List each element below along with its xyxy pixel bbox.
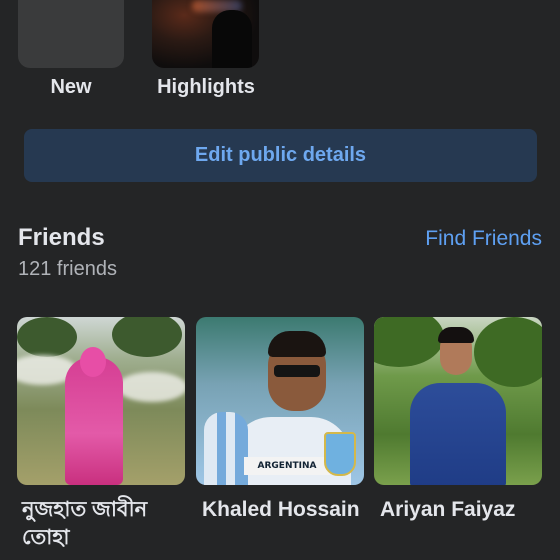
hair-shape: [268, 331, 326, 357]
hair-shape: [438, 327, 474, 343]
figure-head: [80, 347, 106, 377]
friend-name-1[interactable]: নুজহাত জাবীন তোহা: [22, 496, 182, 552]
tree-shape: [112, 317, 182, 357]
sunglasses-shape: [274, 365, 320, 377]
football-player-figure: [204, 412, 248, 485]
profile-page: New Highlights Edit public details Frien…: [0, 0, 560, 560]
highlights-label[interactable]: Highlights: [140, 76, 272, 99]
find-friends-link[interactable]: Find Friends: [425, 227, 542, 251]
highlight-cover-photo[interactable]: [152, 0, 259, 68]
palm-leaves: [474, 317, 542, 387]
reed-plume: [117, 372, 185, 402]
friend-photo-2[interactable]: ARGENTINA: [196, 317, 364, 485]
afa-crest-icon: [324, 432, 356, 476]
photo-figure: [212, 10, 252, 68]
friend-photo-1[interactable]: [17, 317, 185, 485]
edit-public-details-button[interactable]: Edit public details: [24, 129, 537, 182]
friend-name-3[interactable]: Ariyan Faiyaz: [380, 496, 550, 524]
new-highlight-tile[interactable]: [18, 0, 124, 68]
friend-name-2[interactable]: Khaled Hossain: [202, 496, 372, 524]
friend-photo-3[interactable]: [374, 317, 542, 485]
friends-count: 121 friends: [18, 258, 117, 280]
new-highlight-label[interactable]: New: [18, 76, 124, 99]
argentina-banner: ARGENTINA: [244, 457, 330, 475]
palm-leaves: [374, 317, 444, 367]
friends-section-title: Friends: [18, 224, 105, 251]
tree-shape: [17, 317, 77, 357]
blue-outfit-figure: [410, 383, 506, 485]
